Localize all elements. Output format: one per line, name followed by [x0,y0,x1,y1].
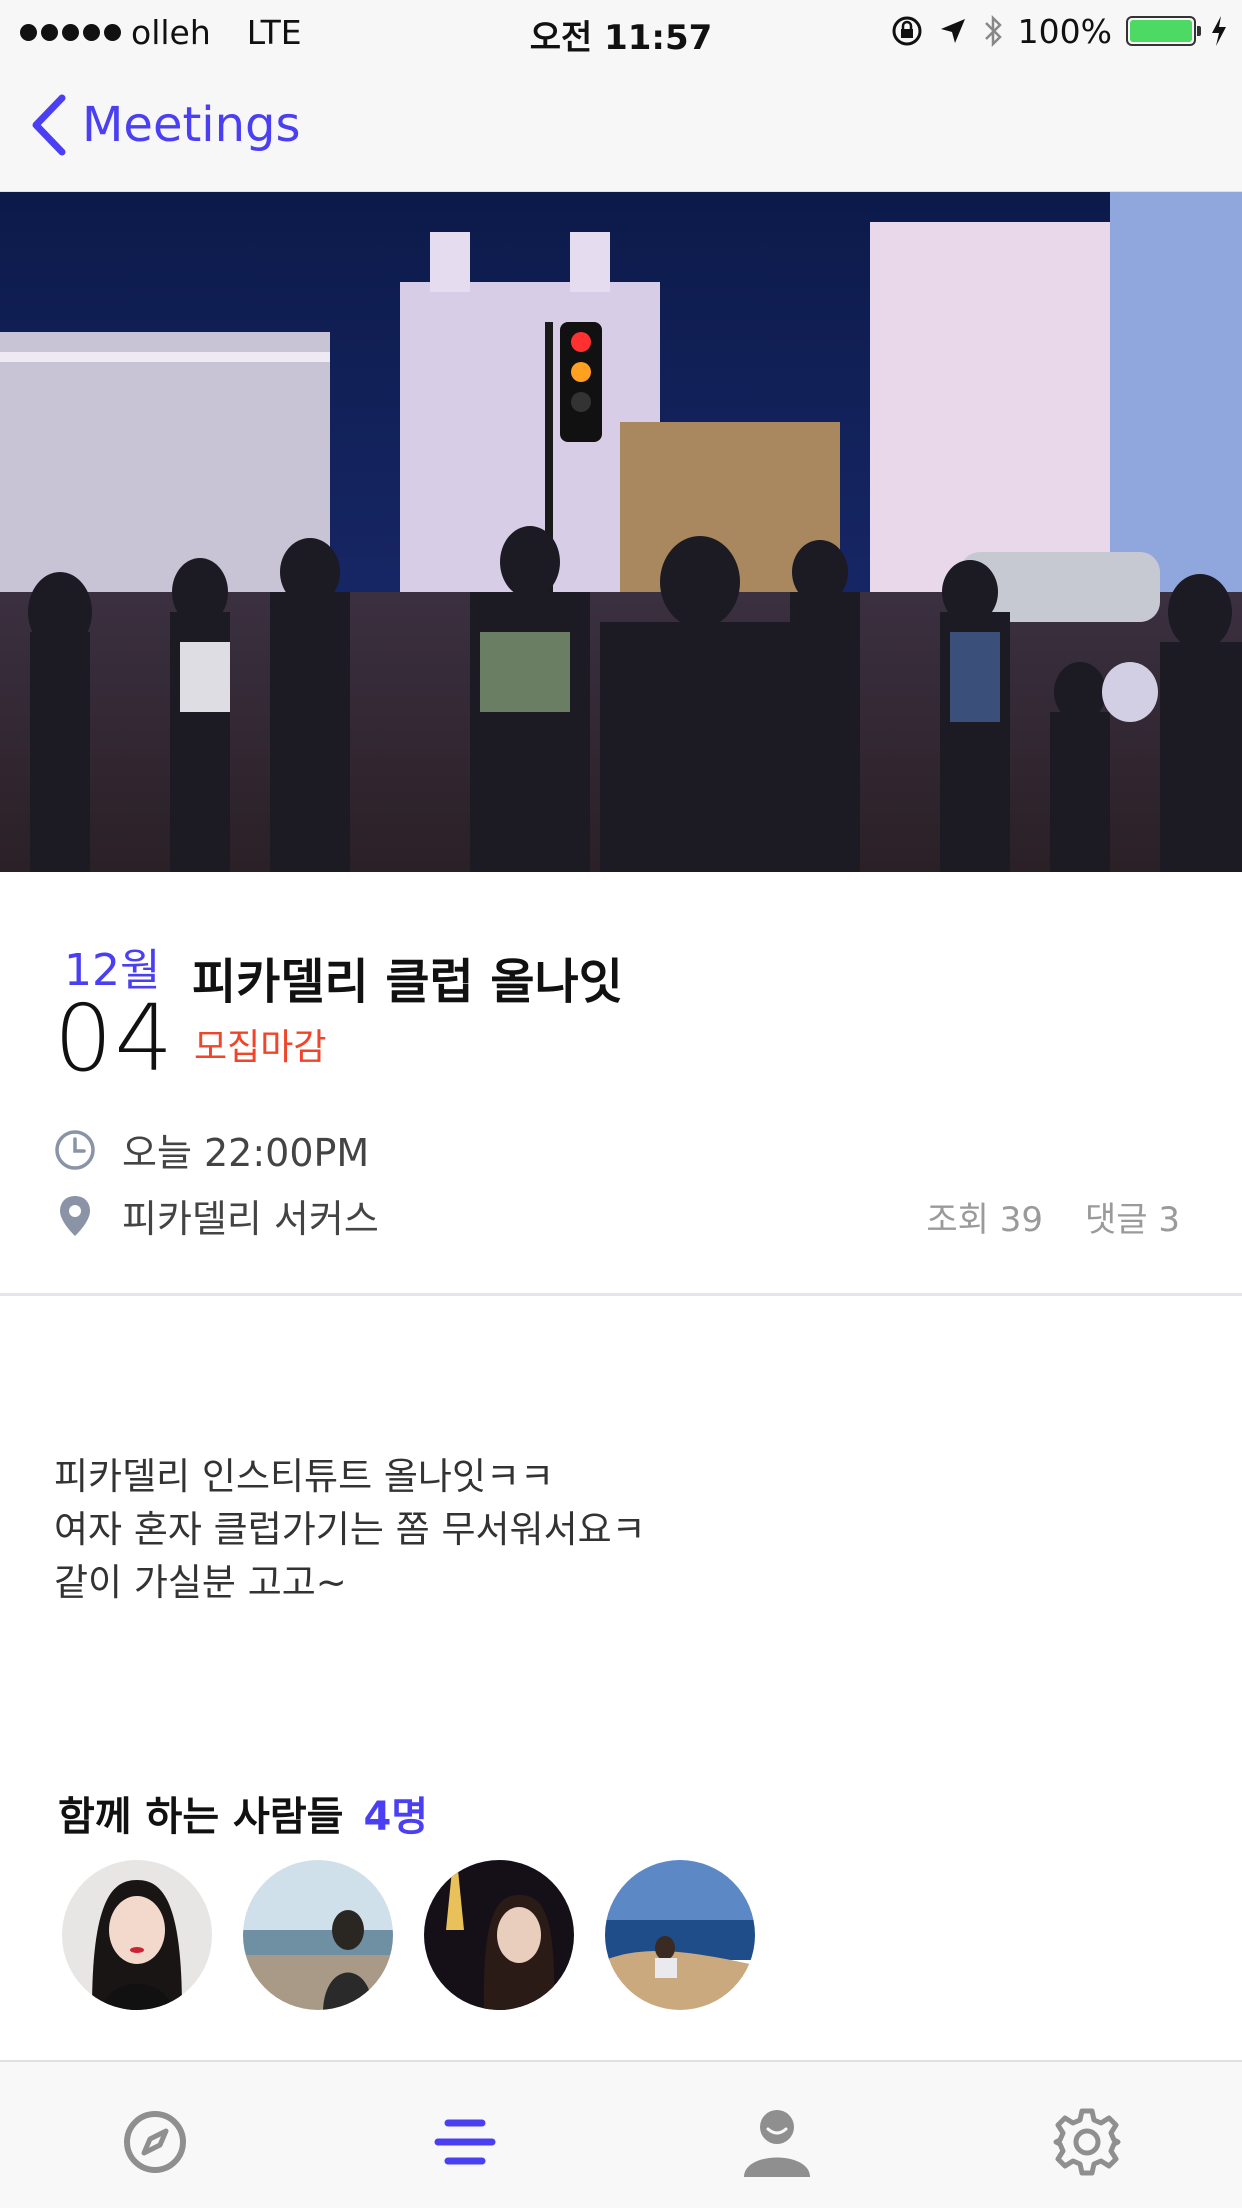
status-bar: olleh LTE 오전 11:57 100% [0,0,1242,62]
recruitment-status: 모집마감 [194,1027,327,1068]
participants-header: 함께 하는 사람들 4명 [58,1784,428,1842]
back-button[interactable]: Meetings [30,90,301,160]
meeting-time: 오늘 22:00PM [122,1131,370,1175]
location-arrow-icon [940,19,965,43]
avatar[interactable] [424,1860,574,2010]
participants-title: 함께 하는 사람들 [58,1794,344,1840]
comment-count[interactable]: 댓글 3 [1085,1192,1180,1241]
meeting-photo [0,192,1242,872]
compass-icon [124,2111,186,2173]
description-line: 여자 혼자 클럽가기는 쫌 무서워서요ㅋ [54,1508,646,1551]
battery-icon [1126,16,1201,46]
avatar[interactable] [62,1860,212,2010]
tab-settings[interactable] [1047,2102,1127,2182]
back-label: Meetings [82,97,301,153]
bluetooth-icon [984,14,1002,48]
tab-meetings[interactable] [425,2102,505,2182]
tab-profile[interactable] [737,2102,817,2182]
section-divider [0,1293,1242,1296]
gear-icon [1053,2108,1121,2176]
battery-percent: 100% [1017,11,1112,51]
view-count: 조회 39 [926,1200,1043,1240]
meeting-time-row: 오늘 22:00PM [54,1122,369,1177]
meeting-description: 피카델리 인스티튜트 올나잇ㅋㅋ 여자 혼자 클럽가기는 쫌 무서워서요ㅋ 같이… [54,1450,646,1609]
orientation-lock-icon [892,16,922,46]
location-pin-icon [60,1195,90,1236]
participant-avatars [62,1860,755,2010]
meeting-title: 피카델리 클럽 올나잇 [192,954,623,1010]
chevron-left-icon [32,94,66,156]
tab-explore[interactable] [115,2102,195,2182]
clock-icon [55,1129,95,1170]
status-right: 100% [890,10,1228,52]
meeting-place: 피카델리 서커스 [122,1197,379,1241]
avatar[interactable] [243,1860,393,2010]
meeting-place-row: 피카델리 서커스 [54,1188,379,1243]
person-icon [744,2110,810,2177]
description-line: 같이 가실분 고고~ [54,1561,347,1604]
meeting-day: 04 [54,985,176,1092]
description-line: 피카델리 인스티튜트 올나잇ㅋㅋ [54,1455,555,1498]
avatar[interactable] [605,1860,755,2010]
navigation-bar: Meetings [0,62,1242,192]
charging-bolt-icon [1212,16,1226,46]
list-icon [434,2119,496,2165]
participants-count: 4명 [363,1794,429,1840]
tab-bar [0,2060,1242,2208]
battery-level [1130,20,1192,42]
meeting-stats: 조회 39 댓글 3 [926,1192,1180,1241]
